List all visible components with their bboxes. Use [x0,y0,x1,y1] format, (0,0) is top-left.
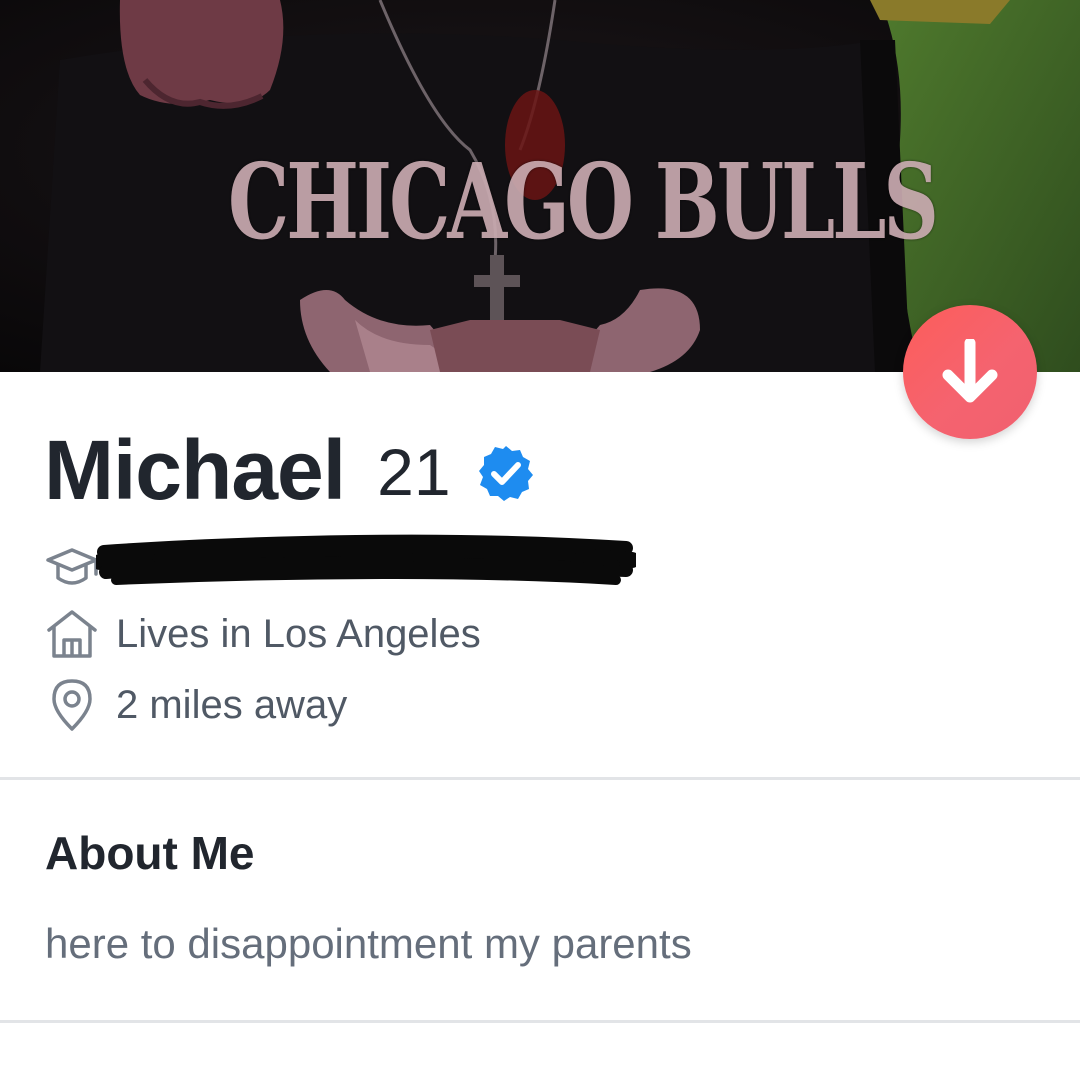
section-divider [0,777,1080,780]
shirt-print-text: CHICAGO BULLS [228,140,939,263]
profile-screen: CHICAGO BULLS Michael 21 Lives in Los An… [0,0,1080,1071]
section-divider [0,1020,1080,1023]
collapse-profile-button[interactable] [903,305,1037,439]
lives-in-row: Lives in Los Angeles [44,606,481,662]
distance-text: 2 miles away [116,682,348,727]
lives-in-text: Lives in Los Angeles [116,611,481,656]
profile-name: Michael [44,422,346,517]
name-row: Michael 21 [44,423,535,517]
profile-age: 21 [377,435,451,509]
about-title: About Me [45,827,255,879]
profile-photo[interactable]: CHICAGO BULLS [0,0,1080,372]
location-pin-icon [44,677,100,733]
graduation-cap-icon [44,540,100,596]
home-icon [44,606,100,662]
arrow-down-icon [942,339,998,403]
redaction-scribble [96,534,636,585]
distance-row: 2 miles away [44,677,347,733]
about-bio: here to disappointment my parents [45,920,692,967]
verified-badge-icon[interactable] [477,444,535,502]
